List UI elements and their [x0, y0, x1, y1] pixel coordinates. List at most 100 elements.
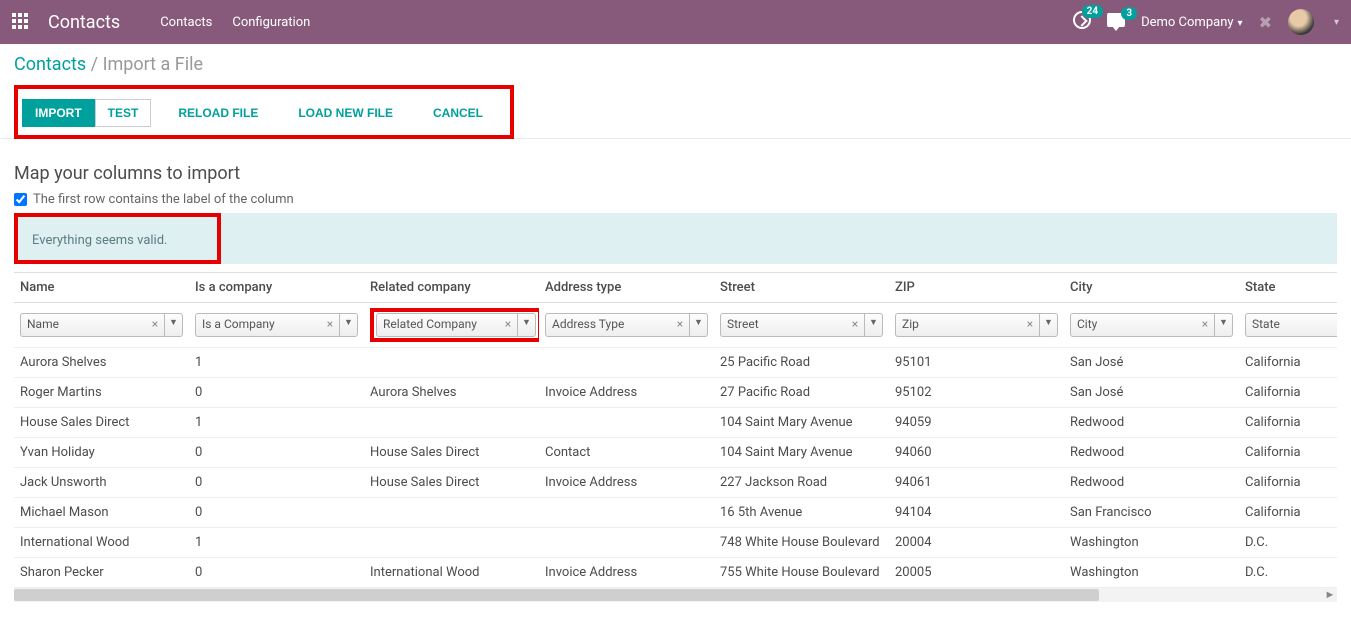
cell: 27 Pacific Road	[714, 378, 889, 408]
field-select-is-company[interactable]: Is a Company×▼	[195, 313, 358, 337]
cell: Washington	[1064, 558, 1239, 588]
cell: 16 5th Avenue	[714, 498, 889, 528]
cell: 104 Saint Mary Avenue	[714, 438, 889, 468]
cell: 1	[189, 528, 364, 558]
table-row: International Wood1748 White House Boule…	[14, 528, 1337, 558]
cell	[364, 408, 539, 438]
user-caret-icon: ▾	[1334, 17, 1339, 28]
chevron-down-icon[interactable]: ▼	[1214, 314, 1232, 336]
cell: San José	[1064, 348, 1239, 378]
cell: 95101	[889, 348, 1064, 378]
cell: 20004	[889, 528, 1064, 558]
chevron-down-icon[interactable]: ▼	[339, 314, 357, 336]
cell: 94060	[889, 438, 1064, 468]
cell	[539, 348, 714, 378]
cell	[364, 528, 539, 558]
first-row-label: The first row contains the label of the …	[33, 192, 294, 207]
clear-icon[interactable]: ×	[1021, 314, 1039, 336]
first-row-checkbox-row[interactable]: The first row contains the label of the …	[14, 192, 1337, 207]
test-button[interactable]: TEST	[95, 99, 152, 127]
clear-icon[interactable]: ×	[321, 314, 339, 336]
breadcrumb-root[interactable]: Contacts	[14, 54, 86, 75]
cell: 94061	[889, 468, 1064, 498]
messages-button[interactable]: 3	[1107, 13, 1125, 31]
field-select-street[interactable]: Street×▼	[720, 313, 883, 337]
caret-down-icon: ▾	[1238, 18, 1243, 29]
cell: D.C.	[1239, 558, 1337, 588]
messages-badge: 3	[1121, 7, 1137, 20]
breadcrumb-current: Import a File	[103, 54, 203, 75]
nav-link-contacts[interactable]: Contacts	[160, 15, 212, 30]
clear-icon[interactable]: ×	[1196, 314, 1214, 336]
debug-icon[interactable]: ✖	[1259, 13, 1272, 32]
cell: 0	[189, 468, 364, 498]
col-header: City	[1064, 273, 1239, 303]
cell: Roger Martins	[14, 378, 189, 408]
cell: California	[1239, 438, 1337, 468]
field-select-city[interactable]: City×▼	[1070, 313, 1233, 337]
topnav: Contacts Contacts Configuration 24 3 Dem…	[0, 0, 1351, 44]
company-switcher[interactable]: Demo Company▾	[1141, 15, 1242, 30]
cancel-button[interactable]: CANCEL	[420, 99, 496, 127]
map-title: Map your columns to import	[14, 163, 1337, 184]
cell	[364, 498, 539, 528]
load-new-file-button[interactable]: LOAD NEW FILE	[285, 99, 406, 127]
field-select-zip[interactable]: Zip×▼	[895, 313, 1058, 337]
cell: 0	[189, 378, 364, 408]
cell: International Wood	[14, 528, 189, 558]
chevron-down-icon[interactable]: ▼	[517, 314, 535, 336]
cell: 227 Jackson Road	[714, 468, 889, 498]
cell: Aurora Shelves	[14, 348, 189, 378]
field-select-state[interactable]: State▼	[1245, 313, 1337, 337]
app-title: Contacts	[48, 12, 120, 33]
table-row: Jack Unsworth0House Sales DirectInvoice …	[14, 468, 1337, 498]
cell: Yvan Holiday	[14, 438, 189, 468]
cell: California	[1239, 378, 1337, 408]
col-header: Is a company	[189, 273, 364, 303]
col-header: Address type	[539, 273, 714, 303]
col-header: Street	[714, 273, 889, 303]
cell: California	[1239, 468, 1337, 498]
col-header: Name	[14, 273, 189, 303]
chevron-down-icon[interactable]: ▼	[864, 314, 882, 336]
cell: House Sales Direct	[364, 438, 539, 468]
field-select-row: Name×▼ Is a Company×▼ Related Company×▼ …	[14, 303, 1337, 348]
user-avatar[interactable]	[1288, 9, 1314, 35]
field-select-address-type[interactable]: Address Type×▼	[545, 313, 708, 337]
import-button[interactable]: IMPORT	[22, 99, 95, 127]
clear-icon[interactable]: ×	[846, 314, 864, 336]
clear-icon[interactable]: ×	[671, 314, 689, 336]
clear-icon[interactable]: ×	[499, 314, 517, 336]
chevron-down-icon[interactable]: ▼	[1039, 314, 1057, 336]
cell: California	[1239, 498, 1337, 528]
alert-text: Everything seems valid.	[32, 233, 167, 248]
nav-link-configuration[interactable]: Configuration	[232, 15, 310, 30]
table-row: House Sales Direct1104 Saint Mary Avenue…	[14, 408, 1337, 438]
horizontal-scrollbar[interactable]: ◄ ►	[14, 588, 1337, 602]
chevron-down-icon[interactable]: ▼	[689, 314, 707, 336]
field-select-name[interactable]: Name×▼	[20, 313, 183, 337]
chevron-down-icon[interactable]: ▼	[164, 314, 182, 336]
cell: International Wood	[364, 558, 539, 588]
header-row: Name Is a company Related company Addres…	[14, 273, 1337, 303]
validation-alert: Everything seems valid.	[14, 213, 1337, 264]
table-row: Roger Martins0Aurora ShelvesInvoice Addr…	[14, 378, 1337, 408]
cell: Jack Unsworth	[14, 468, 189, 498]
apps-icon[interactable]	[12, 13, 30, 31]
reload-file-button[interactable]: RELOAD FILE	[165, 99, 271, 127]
import-table: Name Is a company Related company Addres…	[14, 273, 1337, 588]
first-row-checkbox[interactable]	[14, 193, 27, 206]
cell: Invoice Address	[539, 378, 714, 408]
scroll-right-icon[interactable]: ►	[1323, 588, 1337, 602]
cell: 0	[189, 438, 364, 468]
scrollbar-thumb[interactable]	[14, 589, 1099, 601]
cell: Sharon Pecker	[14, 558, 189, 588]
table-row: Sharon Pecker0International WoodInvoice …	[14, 558, 1337, 588]
cell: Redwood	[1064, 438, 1239, 468]
clear-icon[interactable]: ×	[146, 314, 164, 336]
cell	[364, 348, 539, 378]
activities-button[interactable]: 24	[1073, 11, 1091, 33]
field-select-related-company[interactable]: Related Company×▼	[376, 313, 536, 337]
table-row: Yvan Holiday0House Sales DirectContact10…	[14, 438, 1337, 468]
cell: Contact	[539, 438, 714, 468]
